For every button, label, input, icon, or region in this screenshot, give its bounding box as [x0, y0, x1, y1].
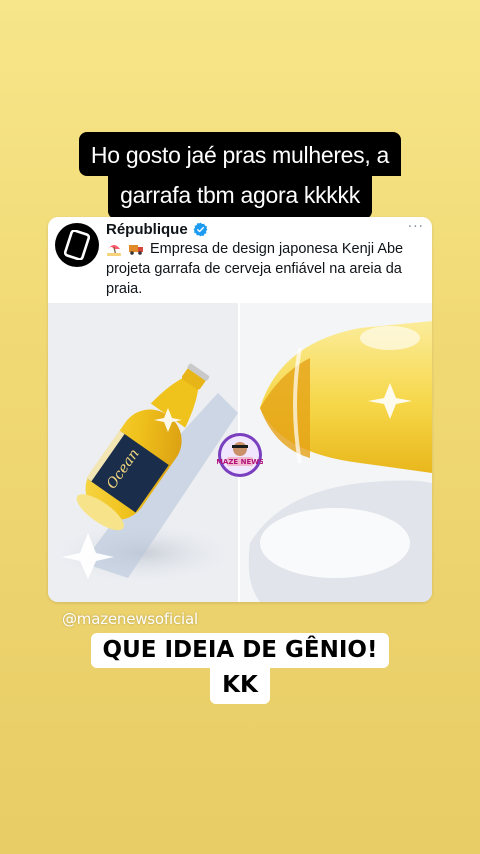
verified-badge-icon: [193, 222, 208, 237]
bottom-caption: QUE IDEIA DE GÊNIO! KK: [0, 633, 480, 704]
top-caption-line-2: garrafa tbm agora kkkkk: [108, 175, 372, 219]
tweet-text: Empresa de design japonesa Kenji Abe pro…: [106, 239, 426, 299]
maze-news-logo: MAZE NEWS: [216, 432, 264, 478]
bottle-lying-image[interactable]: Ocean: [48, 303, 238, 602]
tweet-card[interactable]: République ··· Empresa de design japones…: [48, 217, 432, 602]
moving-truck-icon: [129, 245, 143, 255]
bottle-closeup-image[interactable]: [240, 303, 432, 602]
author-name[interactable]: République: [106, 221, 188, 238]
republique-logo-icon: [64, 230, 90, 260]
account-handle[interactable]: @mazenewsoficial: [62, 610, 198, 628]
top-caption-line-1: Ho gosto jaé pras mulheres, a: [78, 132, 402, 176]
top-caption: Ho gosto jaé pras mulheres, a garrafa tb…: [0, 132, 480, 219]
author-avatar[interactable]: [55, 223, 99, 267]
tweet-body: Empresa de design japonesa Kenji Abe pro…: [106, 241, 404, 297]
beach-umbrella-icon: [107, 245, 121, 256]
tweet-header: République ··· Empresa de design japones…: [48, 217, 432, 303]
author-row: République: [106, 221, 208, 238]
maze-news-label: MAZE NEWS: [217, 458, 263, 466]
bottom-caption-line-2: KK: [210, 668, 270, 704]
more-dots-icon[interactable]: ···: [408, 219, 424, 235]
bottom-caption-line-1: QUE IDEIA DE GÊNIO!: [90, 633, 390, 668]
